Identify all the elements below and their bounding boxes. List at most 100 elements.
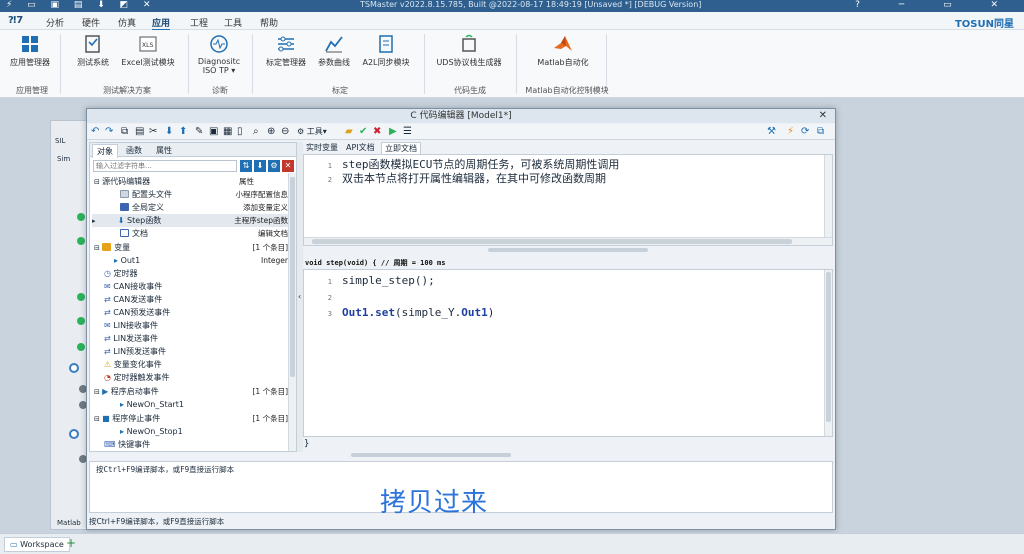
workspace-tab[interactable]: ▭ Workspace [4, 537, 70, 552]
horizontal-splitter[interactable] [303, 246, 833, 256]
menu-simulation[interactable]: 仿真 [118, 16, 136, 29]
uds-generator-button[interactable]: UDS协议栈生成器 [432, 34, 506, 74]
stop-icon[interactable]: ✖ [373, 126, 381, 138]
tree-scrollbar[interactable] [288, 173, 296, 451]
pin-icon[interactable]: ▯ [237, 126, 243, 138]
collapse-icon[interactable]: ‹ [298, 292, 301, 301]
quick-access-toolbar[interactable]: ⚡ ▭ ▣ ▤ ⬇ ◩ ✕ [6, 0, 157, 10]
splitter-grip[interactable] [351, 453, 511, 457]
run-icon[interactable]: ▶ [389, 126, 397, 138]
diagnostic-button[interactable]: Diagnositc ISO TP ▾ [196, 34, 242, 75]
tree-item[interactable]: ✉ LIN接收事件 [104, 319, 158, 332]
zoom-in-icon[interactable]: ⊕ [267, 126, 275, 138]
menu-tools[interactable]: 工具 [224, 16, 242, 29]
bottom-splitter[interactable] [303, 451, 833, 459]
ribbon-divider [516, 34, 517, 94]
tab-realtime-vars[interactable]: 实时变量 [303, 142, 341, 154]
download-icon[interactable]: ⬇ [254, 160, 266, 172]
tools-menu-button[interactable]: ⚙ 工具▾ [297, 126, 327, 138]
scroll-thumb[interactable] [312, 239, 792, 244]
settings-dropdown-icon[interactable]: ⚒ [767, 126, 776, 138]
window-controls[interactable]: ? ─ ▭ ✕ [855, 0, 1016, 10]
scroll-thumb[interactable] [290, 177, 295, 377]
tree-item[interactable]: ⇄ LIN预发送事件 [104, 345, 166, 358]
close-icon[interactable]: ✕ [819, 110, 827, 121]
tree-item[interactable]: ◷ 定时器 [104, 267, 138, 280]
radio-node[interactable] [69, 363, 79, 373]
list-icon[interactable]: ☰ [403, 126, 412, 138]
refresh-icon[interactable]: ⟳ [801, 126, 809, 138]
search-icon[interactable]: ⌕ [253, 126, 259, 138]
test-system-button[interactable]: 测试系统 [72, 34, 114, 74]
tree-item[interactable]: ⊟ ■ 程序停止事件 [94, 412, 160, 425]
doc-editor[interactable]: 1 step函数模拟ECU节点的周期任务，可被系统周期性调用 2 双击本节点将打开属… [303, 154, 833, 246]
tree-item[interactable]: ⇄ CAN发送事件 [104, 293, 162, 306]
doc-hscrollbar[interactable] [304, 237, 832, 245]
tree-item[interactable]: ▸ Out1 [114, 254, 140, 267]
save-icon[interactable]: ▣ [209, 126, 218, 138]
undo-icon[interactable]: ↶ [91, 126, 99, 138]
tree-item[interactable]: ⇄ CAN预发送事件 [104, 306, 170, 319]
tree-item[interactable]: ⇄ LIN发送事件 [104, 332, 158, 345]
tree-item[interactable]: ▸ NewOn_Start1 [120, 398, 184, 411]
gear-icon[interactable]: ⚙ [268, 160, 280, 172]
group-label-matlab-control: Matlab自动化控制模块 [525, 86, 609, 95]
redo-icon[interactable]: ↷ [105, 126, 113, 138]
tree-item[interactable]: ⊟ ▶ 程序启动事件 [94, 385, 159, 398]
edit-icon[interactable]: ✎ [195, 126, 203, 138]
tree-item[interactable]: 文档 [120, 227, 148, 240]
tree-item[interactable]: ◔ 定时器触发事件 [104, 371, 170, 384]
flash-icon[interactable]: ⚡ [787, 126, 794, 138]
add-workspace-button[interactable]: + [66, 536, 76, 550]
code-scrollbar[interactable] [824, 270, 832, 436]
external-icon[interactable]: ⧉ [817, 126, 824, 138]
scroll-thumb[interactable] [826, 272, 831, 422]
title-bar: ⚡ ▭ ▣ ▤ ⬇ ◩ ✕ TSMaster v2022.8.15.785, B… [0, 0, 1024, 12]
move-down-icon[interactable]: ⬇ [165, 126, 173, 138]
compile-icon[interactable]: ✔ [359, 126, 367, 138]
sort-icon[interactable]: ⇅ [240, 160, 252, 172]
tree-item-label: NewOn_Start1 [126, 400, 185, 409]
doc-scrollbar[interactable] [824, 155, 832, 237]
copy-icon[interactable]: ⧉ [121, 126, 128, 138]
tree-item[interactable]: 全局定义 [120, 201, 164, 214]
tab-objects[interactable]: 对象 [92, 144, 118, 158]
menu-application[interactable]: 应用 [152, 16, 171, 31]
menu-analysis[interactable]: 分析 [46, 16, 64, 29]
splitter-grip[interactable] [488, 248, 648, 252]
matlab-automation-button[interactable]: Matlab自动化 [530, 34, 596, 74]
menu-help[interactable]: 帮助 [260, 16, 278, 29]
move-up-icon[interactable]: ⬆ [179, 126, 187, 138]
zoom-out-icon[interactable]: ⊖ [281, 126, 289, 138]
tree-item-label: CAN接收事件 [113, 282, 163, 291]
paste-icon[interactable]: ▤ [135, 126, 144, 138]
param-curve-button[interactable]: 参数曲线 [314, 34, 354, 74]
filter-input[interactable]: 输入过滤字符串... [93, 160, 237, 172]
clear-filter-icon[interactable]: ✕ [282, 160, 294, 172]
tree-item[interactable]: ▸ NewOn_Stop1 [120, 425, 183, 438]
file-icon [120, 190, 129, 198]
excel-test-button[interactable]: XLS Excel测试模块 [118, 34, 178, 74]
radio-node[interactable] [69, 429, 79, 439]
a2l-sync-button[interactable]: A2L同步模块 [360, 34, 412, 74]
tree-item-label: 程序停止事件 [112, 414, 161, 423]
app-manager-button[interactable]: 应用管理器 [6, 34, 54, 74]
menu-hardware[interactable]: 硬件 [82, 16, 100, 29]
tab-properties[interactable]: 属性 [152, 144, 176, 157]
code-editor[interactable]: 1 simple_step(); 2 3 Out1.set(simple_Y.Out… [303, 269, 833, 437]
tree-item[interactable]: ⊟ 变量 [94, 241, 130, 254]
image-icon[interactable]: ▦ [223, 126, 232, 138]
tree-item[interactable]: ✉ CAN接收事件 [104, 280, 162, 293]
can-pretx-icon: ⇄ [104, 308, 114, 317]
open-folder-icon[interactable]: ▰ [345, 126, 353, 138]
tree-item[interactable]: ⚠ 变量变化事件 [104, 358, 162, 371]
tree-item[interactable]: 配置头文件 [120, 188, 172, 201]
menu-project[interactable]: 工程 [190, 16, 208, 29]
tab-functions[interactable]: 函数 [122, 144, 146, 157]
tab-api-doc[interactable]: API文档 [343, 142, 378, 154]
tree-item-value: 属性 [239, 177, 254, 186]
calibration-manager-button[interactable]: 标定管理器 [262, 34, 310, 74]
tree-item[interactable]: ⌨ 快键事件 [104, 438, 150, 451]
cut-icon[interactable]: ✂ [149, 126, 157, 138]
tree-item[interactable]: ⊟ 源代码编辑器 [94, 175, 150, 188]
